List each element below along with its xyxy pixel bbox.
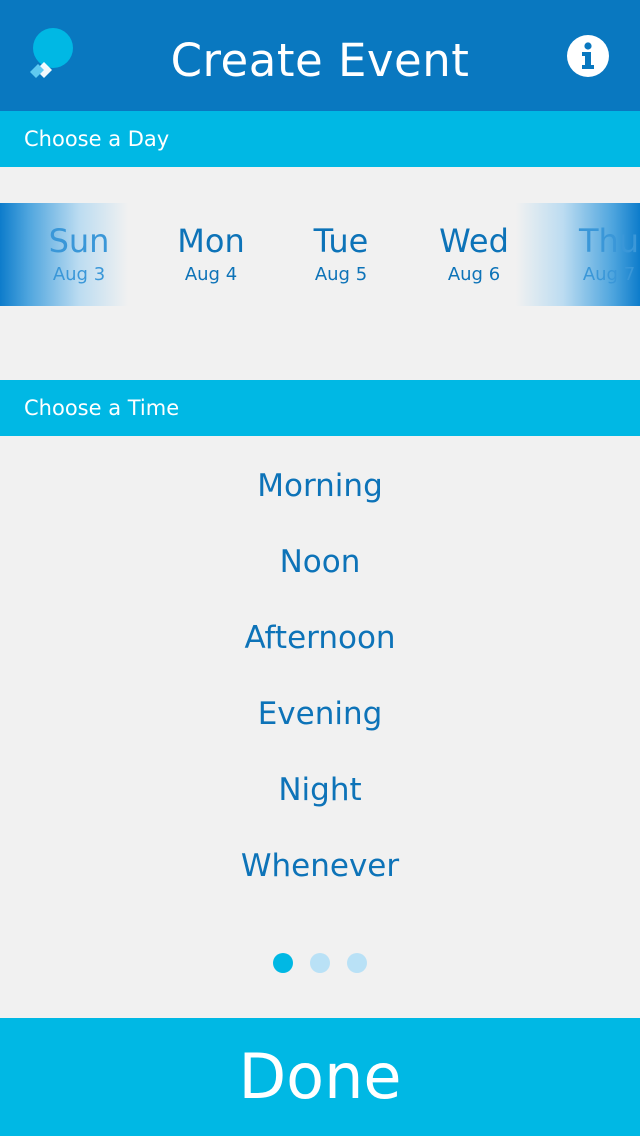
day-name: Thu xyxy=(578,222,640,260)
day-option-wed[interactable]: Wed Aug 6 xyxy=(408,203,540,306)
choose-day-header: Choose a Day xyxy=(0,111,640,167)
day-date: Aug 3 xyxy=(52,264,106,285)
day-picker[interactable]: Sun Aug 3 Mon Aug 4 Tue Aug 5 Wed Aug 6 … xyxy=(0,203,640,306)
page-dot[interactable] xyxy=(273,953,293,973)
info-icon[interactable] xyxy=(566,34,610,78)
page-title: Create Event xyxy=(170,34,470,87)
day-name: Sun xyxy=(48,222,110,260)
choose-time-header: Choose a Time xyxy=(0,380,640,436)
time-option-evening[interactable]: Evening xyxy=(0,684,640,744)
day-option-thu[interactable]: Thu Aug 7 xyxy=(543,203,640,306)
page-dot[interactable] xyxy=(347,953,367,973)
day-option-mon[interactable]: Mon Aug 4 xyxy=(145,203,277,306)
page-indicator xyxy=(272,953,368,973)
day-date: Aug 5 xyxy=(314,264,368,285)
day-name: Mon xyxy=(177,222,245,260)
done-button[interactable]: Done xyxy=(0,1018,640,1136)
page-dot[interactable] xyxy=(310,953,330,973)
day-option-tue[interactable]: Tue Aug 5 xyxy=(275,203,407,306)
time-option-afternoon[interactable]: Afternoon xyxy=(0,608,640,668)
app-header: Create Event xyxy=(0,0,640,111)
day-name: Tue xyxy=(313,222,369,260)
day-option-sun[interactable]: Sun Aug 3 xyxy=(13,203,145,306)
time-option-morning[interactable]: Morning xyxy=(0,456,640,516)
day-date: Aug 6 xyxy=(447,264,501,285)
day-date: Aug 7 xyxy=(582,264,636,285)
day-date: Aug 4 xyxy=(184,264,238,285)
time-option-noon[interactable]: Noon xyxy=(0,532,640,592)
day-name: Wed xyxy=(439,222,509,260)
time-option-whenever[interactable]: Whenever xyxy=(0,836,640,896)
time-option-night[interactable]: Night xyxy=(0,760,640,820)
